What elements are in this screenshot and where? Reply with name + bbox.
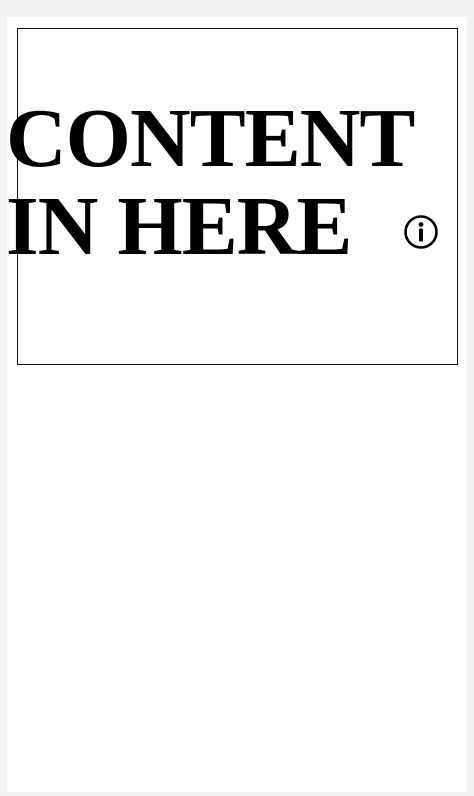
info-circle-icon xyxy=(404,215,438,249)
info-icon[interactable] xyxy=(403,214,439,250)
headline-line-1: CONTENT xyxy=(6,92,415,185)
